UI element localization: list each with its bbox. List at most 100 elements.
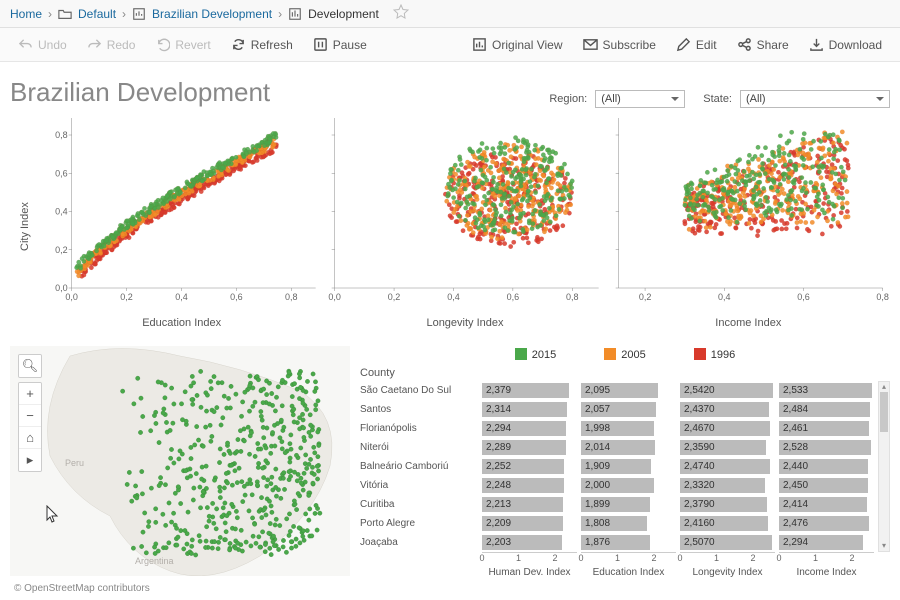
table-header-county: County xyxy=(360,367,890,381)
table-col-axis: 012 xyxy=(779,552,874,566)
legend-item-1996[interactable]: 1996 xyxy=(694,348,735,361)
scatter-income[interactable]: 0,20,40,60,8 Income Index xyxy=(607,112,890,342)
table-row-name[interactable]: Balneário Camboriú xyxy=(360,457,478,476)
map-label-argentina: Argentina xyxy=(135,556,174,566)
map-attribution: © OpenStreetMap contributors xyxy=(14,583,150,594)
table-bar-cell[interactable]: 2,000 xyxy=(581,476,676,495)
map-home-button[interactable]: ⌂ xyxy=(19,427,41,449)
table-bar-cell[interactable]: 2,533 xyxy=(779,381,874,400)
table-bar-cell[interactable]: 2,252 xyxy=(482,457,577,476)
favorite-star-icon[interactable] xyxy=(393,4,409,23)
table-col-axis: 012 xyxy=(680,552,775,566)
view-icon xyxy=(288,7,302,21)
region-select[interactable]: (All) xyxy=(595,90,685,108)
table-bar-cell[interactable]: 1,909 xyxy=(581,457,676,476)
table-bar-cell[interactable]: 2,203 xyxy=(482,533,577,552)
map-play-button[interactable]: ▸ xyxy=(19,449,41,471)
breadcrumb-workbook[interactable]: Brazilian Development xyxy=(152,7,272,21)
refresh-button[interactable]: Refresh xyxy=(223,34,301,55)
table-bar-cell[interactable]: 2,440 xyxy=(779,457,874,476)
svg-text:0,2: 0,2 xyxy=(388,292,401,302)
state-select[interactable]: (All) xyxy=(740,90,890,108)
table-bar-cell[interactable]: 2,213 xyxy=(482,495,577,514)
table-bar-cell[interactable]: 1,808 xyxy=(581,514,676,533)
table-bar-cell[interactable]: 2,248 xyxy=(482,476,577,495)
table-bar-cell[interactable]: 2,014 xyxy=(581,438,676,457)
share-icon xyxy=(737,37,752,52)
pause-icon xyxy=(313,37,328,52)
scatter-education[interactable]: 0,00,20,40,60,80,00,20,40,60,8 Education… xyxy=(40,112,323,342)
table-bar-cell[interactable]: 1,998 xyxy=(581,419,676,438)
map-zoom-in-button[interactable]: + xyxy=(19,383,41,405)
legend: 2015 2005 1996 xyxy=(360,346,890,367)
table-bar-cell[interactable]: 2,414 xyxy=(779,495,874,514)
table-bar-cell[interactable]: 2,209 xyxy=(482,514,577,533)
table-row-name[interactable]: Florianópolis xyxy=(360,419,478,438)
region-label: Region: xyxy=(549,93,587,105)
table-row-name[interactable]: Vitória xyxy=(360,476,478,495)
table-bar-cell[interactable]: 2,476 xyxy=(779,514,874,533)
envelope-icon xyxy=(583,37,598,52)
barchart-icon xyxy=(472,37,487,52)
table-bar-cell[interactable]: 2,4160 xyxy=(680,514,775,533)
table-bar-cell[interactable]: 2,3590 xyxy=(680,438,775,457)
download-button[interactable]: Download xyxy=(801,34,890,55)
subscribe-button[interactable]: Subscribe xyxy=(575,34,664,55)
table-bar-cell[interactable]: 2,4370 xyxy=(680,400,775,419)
original-view-button[interactable]: Original View xyxy=(464,34,570,55)
table-bar-cell[interactable]: 2,5070 xyxy=(680,533,775,552)
scatter-longevity[interactable]: 0,00,20,40,60,8 Longevity Index xyxy=(323,112,606,342)
x-axis-label-longevity: Longevity Index xyxy=(323,317,606,329)
table-bar-cell[interactable]: 2,095 xyxy=(581,381,676,400)
table-bar-cell[interactable]: 2,4670 xyxy=(680,419,775,438)
breadcrumb-home[interactable]: Home xyxy=(10,7,42,21)
legend-item-2005[interactable]: 2005 xyxy=(604,348,645,361)
legend-item-2015[interactable]: 2015 xyxy=(515,348,556,361)
table-bar-cell[interactable]: 1,876 xyxy=(581,533,676,552)
table-bar-cell[interactable]: 2,314 xyxy=(482,400,577,419)
pause-button[interactable]: Pause xyxy=(305,34,375,55)
table-scrollbar[interactable]: ▴▾ xyxy=(878,381,890,552)
table-bar-cell[interactable]: 2,450 xyxy=(779,476,874,495)
svg-text:0,6: 0,6 xyxy=(55,168,68,178)
toolbar: Undo Redo Revert Refresh Pause Original … xyxy=(0,28,900,62)
map-search-button[interactable]: 🔍︎ xyxy=(19,355,41,377)
edit-button[interactable]: Edit xyxy=(668,34,725,55)
plus-icon: + xyxy=(26,386,34,401)
svg-text:0,8: 0,8 xyxy=(55,130,68,140)
table-bar-cell[interactable]: 2,461 xyxy=(779,419,874,438)
table-bar-cell[interactable]: 2,484 xyxy=(779,400,874,419)
table-bar-cell[interactable]: 2,4740 xyxy=(680,457,775,476)
undo-button[interactable]: Undo xyxy=(10,34,75,55)
table-bar-cell[interactable]: 1,899 xyxy=(581,495,676,514)
table-row-name[interactable]: Santos xyxy=(360,400,478,419)
map-panel[interactable]: Peru Argentina 🔍︎ + − ⌂ ▸ © OpenStreetMa… xyxy=(10,346,350,596)
redo-button[interactable]: Redo xyxy=(79,34,144,55)
table-bar-cell[interactable]: 2,379 xyxy=(482,381,577,400)
table-bar-cell[interactable]: 2,528 xyxy=(779,438,874,457)
workbook-icon xyxy=(132,7,146,21)
table-row-name[interactable]: Niterói xyxy=(360,438,478,457)
table-row-name[interactable]: Porto Alegre xyxy=(360,514,478,533)
table-bar-cell[interactable]: 2,294 xyxy=(482,419,577,438)
table-bar-cell[interactable]: 2,057 xyxy=(581,400,676,419)
table-bar-cell[interactable]: 2,3320 xyxy=(680,476,775,495)
table-row-name[interactable]: Curitiba xyxy=(360,495,478,514)
scatter-row: City Index 0,00,20,40,60,80,00,20,40,60,… xyxy=(10,112,890,342)
table-bar-cell[interactable]: 2,3790 xyxy=(680,495,775,514)
map-zoom-out-button[interactable]: − xyxy=(19,405,41,427)
table-row-name[interactable]: Joaçaba xyxy=(360,533,478,552)
revert-button[interactable]: Revert xyxy=(147,34,218,55)
table-bar-cell[interactable]: 2,294 xyxy=(779,533,874,552)
page-title: Brazilian Development xyxy=(10,77,270,108)
home-icon: ⌂ xyxy=(26,430,34,445)
svg-text:0,6: 0,6 xyxy=(230,292,243,302)
download-icon xyxy=(809,37,824,52)
y-axis-label: City Index xyxy=(10,112,40,342)
table-bar-cell[interactable]: 2,289 xyxy=(482,438,577,457)
breadcrumb-view: Development xyxy=(308,7,379,21)
breadcrumb-folder[interactable]: Default xyxy=(78,7,116,21)
table-bar-cell[interactable]: 2,5420 xyxy=(680,381,775,400)
table-row-name[interactable]: São Caetano Do Sul xyxy=(360,381,478,400)
share-button[interactable]: Share xyxy=(729,34,797,55)
